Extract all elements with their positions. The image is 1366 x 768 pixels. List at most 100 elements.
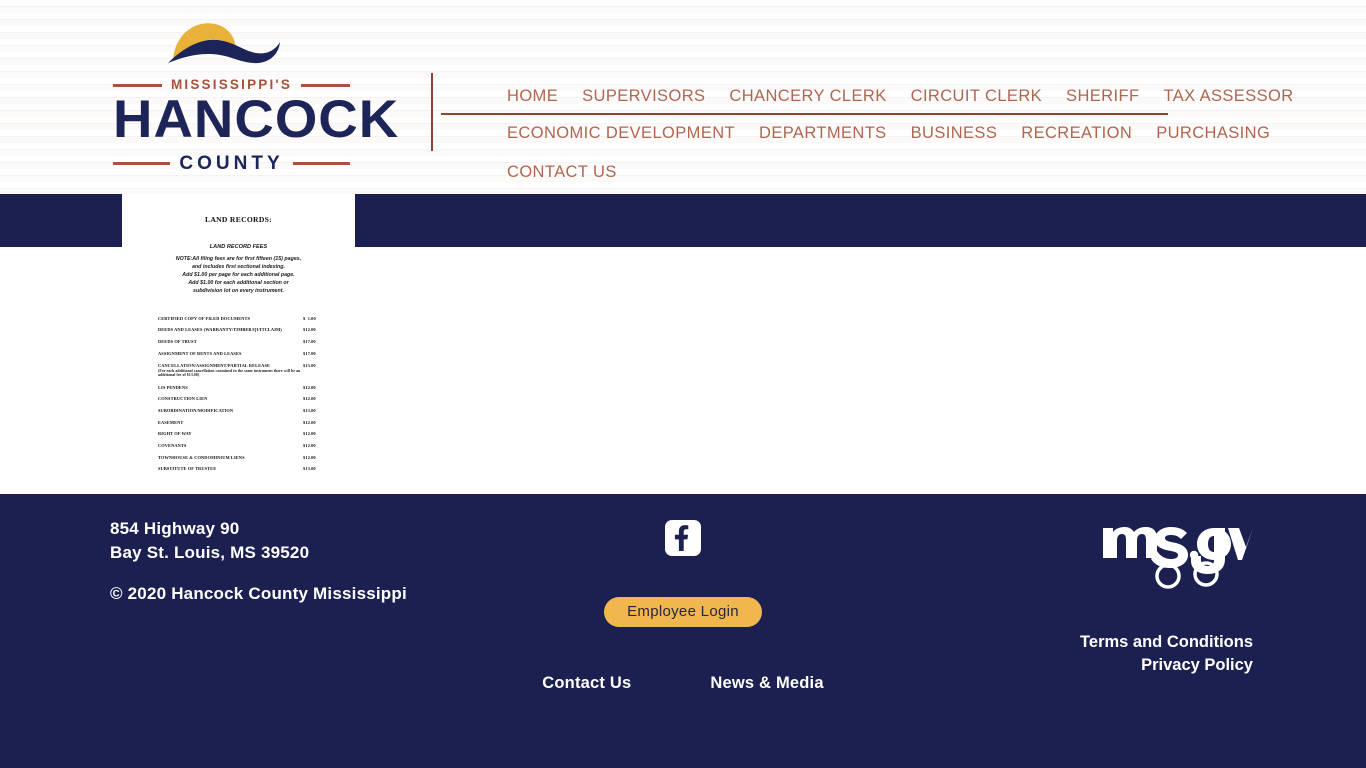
logo-county-rule-left (113, 161, 171, 165)
document-note: LAND RECORD FEES NOTE:All filing fees ar… (122, 243, 355, 296)
nav-item-tax-assessor[interactable]: TAX ASSESSOR (1151, 88, 1305, 105)
fee-label-text: COVENANTS (158, 442, 187, 448)
nav-row-1: HOME SUPERVISORS CHANCERY CLERK CIRCUIT … (495, 78, 1325, 114)
footer-links: Contact Us News & Media (483, 674, 883, 693)
table-row: DEEDS OF TRUST $17.00 (122, 336, 355, 348)
fee-price: $ 1.00 (303, 315, 316, 321)
document-title: LAND RECORDS: (205, 215, 272, 224)
fee-label-text: EASEMENT (158, 419, 184, 425)
fee-label: CONSTRUCTION LIEN (122, 393, 303, 405)
nav-row-2: ECONOMIC DEVELOPMENT DEPARTMENTS BUSINES… (495, 114, 1325, 153)
page-banner-left (0, 194, 122, 247)
fee-price: $13.00 (303, 407, 316, 413)
fee-label: TOWNHOUSE & CONDOMINIUM LIENS (122, 452, 303, 464)
fee-label-text: DEEDS OF TRUST (158, 339, 197, 345)
fee-label-text: CANCELLATION/ASSIGNMENT/PARTIAL RELEASE (158, 362, 271, 368)
fee-price: $12.00 (303, 454, 316, 460)
nav-item-contact-us[interactable]: CONTACT US (495, 164, 629, 181)
nav-item-business[interactable]: BUSINESS (899, 125, 1010, 142)
logo-county-text: COUNTY (179, 152, 284, 174)
document-viewer[interactable]: LAND RECORDS: LAND RECORD FEES NOTE:All … (122, 194, 355, 494)
nav-item-circuit-clerk[interactable]: CIRCUIT CLERK (899, 88, 1054, 105)
fee-label: CERTIFIED COPY OF FILED DOCUMENTS (122, 313, 303, 325)
fee-price: $13.00 (303, 466, 316, 471)
footer-center-column: Employee Login Contact Us News & Media (483, 494, 883, 693)
fee-label-text: DEEDS AND LEASES (WARRANTY/TIMBER/QUITCL… (158, 327, 282, 333)
fee-label-text: SUBSTITUTE OF TRUSTEE (158, 466, 217, 471)
fee-label-text: SUBORDINATION/MODIFICATION (158, 407, 234, 413)
nav-item-sheriff[interactable]: SHERIFF (1054, 88, 1151, 105)
fee-price: $12.00 (303, 327, 316, 333)
logo-county-row: COUNTY (113, 152, 351, 174)
fee-label-text: TOWNHOUSE & CONDOMINIUM LIENS (158, 454, 245, 460)
nav-item-economic-development[interactable]: ECONOMIC DEVELOPMENT (495, 125, 747, 142)
table-row: RIGHT OF WAY $12.00 (122, 428, 355, 440)
fee-label: ASSIGNMENT OF RENTS AND LEASES (122, 348, 303, 360)
nav-item-supervisors[interactable]: SUPERVISORS (570, 88, 717, 105)
page-root: MISSISSIPPI'S HANCOCK COUNTY HOME SUPERV… (0, 0, 1366, 768)
nav-item-chancery-clerk[interactable]: CHANCERY CLERK (717, 88, 898, 105)
site-footer: 854 Highway 90 Bay St. Louis, MS 39520 ©… (0, 494, 1366, 768)
document-page: LAND RECORDS: LAND RECORD FEES NOTE:All … (122, 194, 355, 471)
document-note-line-1: NOTE:All filing fees are for first fifte… (175, 255, 302, 262)
logo-hancock-text: HANCOCK (113, 90, 400, 149)
footer-address-line-1: 854 Highway 90 (110, 519, 240, 538)
msgov-logo-icon[interactable] (1101, 512, 1253, 590)
footer-address: 854 Highway 90 Bay St. Louis, MS 39520 (110, 517, 440, 565)
footer-link-contact-us[interactable]: Contact Us (542, 674, 631, 693)
table-row: CERTIFIED COPY OF FILED DOCUMENTS $ 1.00 (122, 313, 355, 325)
page-banner-right (355, 194, 1366, 247)
facebook-icon[interactable] (665, 520, 701, 556)
fee-price: $17.00 (303, 339, 316, 345)
fee-label: COVENANTS (122, 440, 303, 452)
nav-item-purchasing[interactable]: PURCHASING (1144, 125, 1282, 142)
logo-rule-right (301, 83, 350, 87)
fee-label-text: CONSTRUCTION LIEN (158, 396, 208, 402)
logo-swoosh-graphic (168, 23, 280, 64)
fee-label-text: LIS PENDENS (158, 384, 188, 390)
footer-copyright: © 2020 Hancock County Mississippi (110, 583, 407, 603)
logo-rule-left (113, 83, 162, 87)
fee-price: $12.00 (303, 396, 316, 402)
table-row: ASSIGNMENT OF RENTS AND LEASES $17.00 (122, 348, 355, 360)
fee-label: CANCELLATION/ASSIGNMENT/PARTIAL RELEASE … (122, 359, 303, 381)
table-row: COVENANTS $12.00 (122, 440, 355, 452)
fee-price: $12.00 (303, 419, 316, 425)
table-row: EASEMENT $12.00 (122, 417, 355, 429)
table-row: CANCELLATION/ASSIGNMENT/PARTIAL RELEASE … (122, 359, 355, 381)
document-note-line-5: subdivision lot on every instrument. (193, 288, 284, 295)
logo-county-rule-right (292, 161, 351, 165)
fee-label: SUBORDINATION/MODIFICATION (122, 405, 303, 417)
footer-link-terms[interactable]: Terms and Conditions (953, 631, 1253, 654)
document-note-line-4: Add $1.00 for each additional section or (188, 280, 289, 287)
document-note-line-3: Add $1.00 per page for each additional p… (182, 272, 295, 279)
footer-policy-links: Terms and Conditions Privacy Policy (953, 631, 1253, 677)
fee-price: $12.00 (303, 431, 316, 437)
table-row: CONSTRUCTION LIEN $12.00 (122, 393, 355, 405)
site-logo[interactable]: MISSISSIPPI'S HANCOCK COUNTY (113, 18, 398, 173)
footer-right-column: Terms and Conditions Privacy Policy (953, 512, 1253, 677)
fee-price: $17.00 (303, 350, 316, 356)
footer-link-privacy[interactable]: Privacy Policy (953, 654, 1253, 677)
fee-label: EASEMENT (122, 417, 303, 429)
fee-table-body: CERTIFIED COPY OF FILED DOCUMENTS $ 1.00… (122, 313, 355, 471)
footer-address-line-2: Bay St. Louis, MS 39520 (110, 542, 310, 562)
site-header: MISSISSIPPI'S HANCOCK COUNTY HOME SUPERV… (0, 0, 1366, 194)
fee-label-text: CERTIFIED COPY OF FILED DOCUMENTS (158, 315, 251, 321)
table-row: TOWNHOUSE & CONDOMINIUM LIENS $12.00 (122, 452, 355, 464)
fee-label-subtext: (For each additional cancellation contai… (158, 368, 301, 378)
fee-label: LIS PENDENS (122, 381, 303, 393)
fee-label-text: RIGHT OF WAY (158, 431, 192, 437)
nav-item-recreation[interactable]: RECREATION (1009, 125, 1144, 142)
fee-label-text: ASSIGNMENT OF RENTS AND LEASES (158, 350, 242, 356)
nav-item-departments[interactable]: DEPARTMENTS (747, 125, 899, 142)
footer-link-news-media[interactable]: News & Media (710, 674, 823, 693)
footer-address-column: 854 Highway 90 Bay St. Louis, MS 39520 ©… (110, 517, 440, 604)
nav-vertical-divider (431, 73, 433, 151)
employee-login-button[interactable]: Employee Login (604, 597, 762, 627)
fee-table: CERTIFIED COPY OF FILED DOCUMENTS $ 1.00… (122, 313, 355, 471)
nav-row-3: CONTACT US (495, 153, 1325, 192)
table-row: LIS PENDENS $12.00 (122, 381, 355, 393)
document-note-line-2: and includes first sectional indexing. (191, 263, 285, 270)
nav-item-home[interactable]: HOME (495, 88, 570, 105)
